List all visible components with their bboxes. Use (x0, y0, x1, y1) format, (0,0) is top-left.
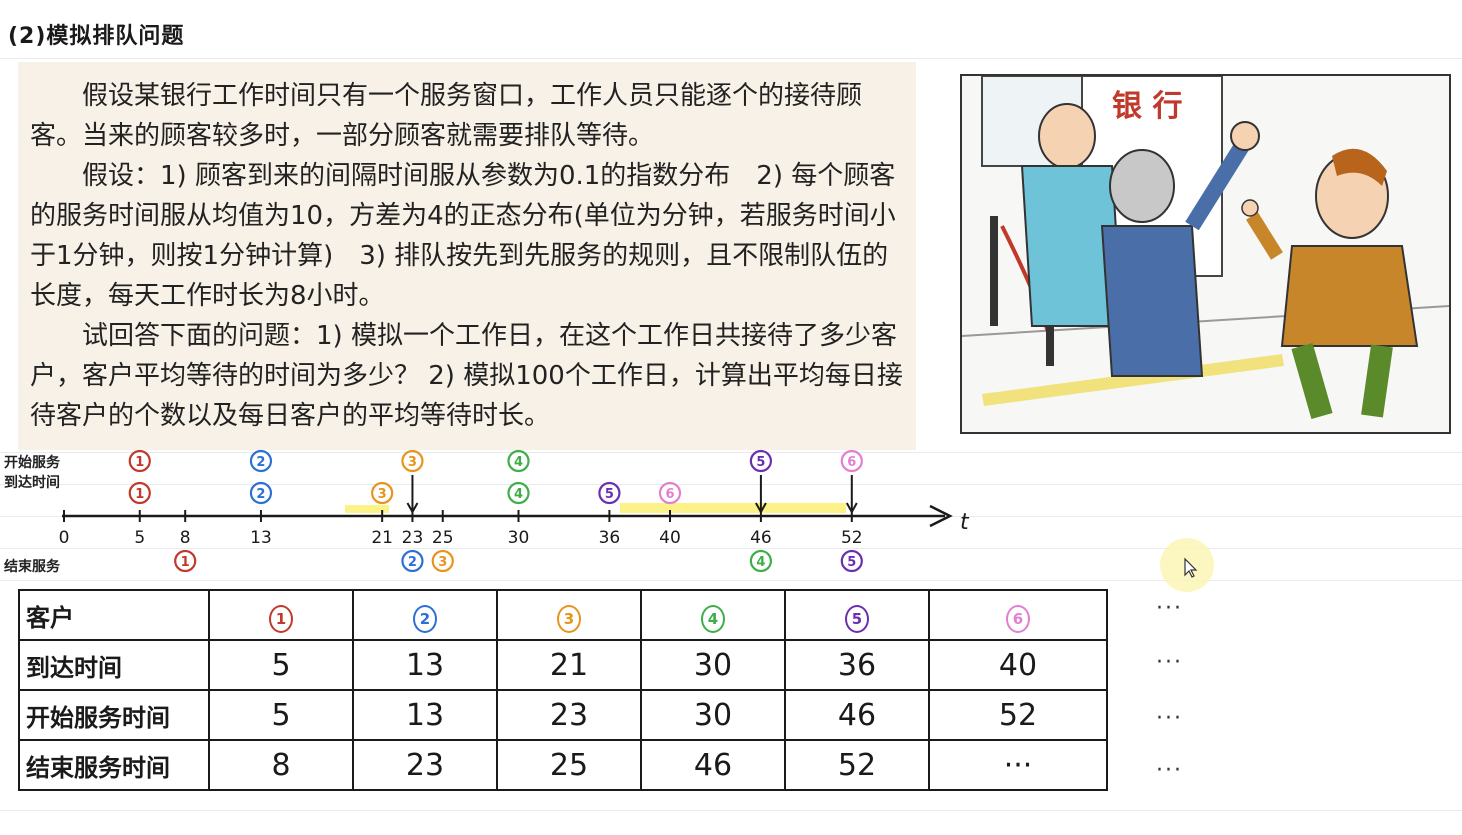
end-cell: 46 (640, 739, 786, 791)
table-row: 客户 1 2 3 4 5 6 (18, 589, 1108, 641)
customer-cell: 2 (352, 589, 498, 641)
tick-label: 21 (371, 528, 393, 548)
problem-paragraph-1: 假设某银行工作时间只有一个服务窗口，工作人员只能逐个的接待顾客。当来的顾客较多时… (30, 81, 863, 151)
arrive-cell: 13 (352, 639, 498, 691)
start-cell: 13 (352, 689, 498, 741)
timeline-label-start: 开始服务 (4, 454, 61, 471)
customer-badge: 4 (701, 605, 725, 633)
customer-badge: 3 (557, 605, 581, 633)
end-marker-label: 1 (181, 555, 190, 570)
bank-queue-illustration: 银 行 (960, 74, 1451, 434)
cursor-icon (1184, 557, 1198, 578)
start-cell: 46 (784, 689, 930, 741)
ruled-line (0, 58, 1462, 59)
ruled-line (0, 810, 1462, 811)
arrive-marker-label: 5 (605, 487, 614, 502)
problem-paragraph-3: 试回答下面的问题：1) 模拟一个工作日，在这个工作日共接待了多少客户，客户平均等… (30, 321, 903, 431)
customer-badge: 1 (269, 605, 293, 633)
table-row: 开始服务时间 5 13 23 30 46 52 (18, 689, 1108, 741)
tick-label: 40 (659, 528, 681, 548)
end-cell: 8 (208, 739, 354, 791)
row-header-start: 开始服务时间 (18, 689, 210, 741)
tick-label: 25 (432, 528, 454, 548)
tick-label: 13 (250, 528, 272, 548)
tick-label: 5 (134, 528, 145, 548)
queue-table: 客户 1 2 3 4 5 6 到达时间 5 13 21 30 36 40 开始服… (18, 589, 1108, 791)
arrive-marker-label: 1 (135, 487, 144, 502)
start-marker-label: 2 (256, 455, 265, 470)
table-row: 到达时间 5 13 21 30 36 40 (18, 639, 1108, 691)
customer-badge: 2 (413, 605, 437, 633)
ellipsis: ··· (1156, 706, 1183, 731)
start-marker-label: 1 (135, 455, 144, 470)
start-cell: 30 (640, 689, 786, 741)
ellipsis: ··· (1156, 596, 1183, 621)
ellipsis: ··· (1156, 650, 1183, 675)
page-title: (2)模拟排队问题 (8, 24, 185, 49)
bank-cartoon-svg: 银 行 (962, 76, 1449, 432)
row-header-arrive: 到达时间 (18, 639, 210, 691)
row-header-customer: 客户 (18, 589, 210, 641)
axis-variable: t (960, 510, 970, 535)
tick-label: 46 (750, 528, 772, 548)
end-marker-label: 3 (438, 555, 447, 570)
problem-statement: 假设某银行工作时间只有一个服务窗口，工作人员只能逐个的接待顾客。当来的顾客较多时… (18, 62, 916, 450)
end-marker-label: 5 (847, 555, 856, 570)
arrive-marker-label: 4 (514, 487, 523, 502)
start-marker-label: 4 (514, 455, 523, 470)
ellipsis: ··· (1156, 758, 1183, 783)
end-cell: 52 (784, 739, 930, 791)
arrive-cell: 36 (784, 639, 930, 691)
customer-cell: 6 (928, 589, 1108, 641)
arrive-cell: 30 (640, 639, 786, 691)
arrive-cell: 40 (928, 639, 1108, 691)
customer-cell: 5 (784, 589, 930, 641)
arrive-marker-label: 2 (256, 487, 265, 502)
problem-paragraph-2: 假设：1) 顾客到来的间隔时间服从参数为0.1的指数分布 2) 每个顾客的服务时… (30, 161, 896, 311)
customer-badge: 6 (1006, 605, 1030, 633)
timeline-label-arrive: 到达时间 (4, 474, 60, 491)
tick-label: 8 (180, 528, 191, 548)
arrive-cell: 21 (496, 639, 642, 691)
customer-cell: 1 (208, 589, 354, 641)
arrive-marker-label: 3 (378, 487, 387, 502)
customer-badge: 5 (845, 605, 869, 633)
start-cell: 52 (928, 689, 1108, 741)
end-marker-label: 2 (408, 555, 417, 570)
arrive-marker-label: 6 (665, 487, 674, 502)
start-cell: 23 (496, 689, 642, 741)
wait-highlight (620, 503, 846, 513)
customer-cell: 3 (496, 589, 642, 641)
arrive-cell: 5 (208, 639, 354, 691)
tick-label: 36 (599, 528, 621, 548)
end-marker-label: 4 (756, 555, 765, 570)
row-header-end: 结束服务时间 (18, 739, 210, 791)
tick-label: 23 (402, 528, 424, 548)
tick-label: 52 (841, 528, 863, 548)
start-marker-label: 5 (756, 455, 765, 470)
table-row: 结束服务时间 8 23 25 46 52 ··· (18, 739, 1108, 791)
tick-label: 30 (508, 528, 530, 548)
customer-cell: 4 (640, 589, 786, 641)
start-cell: 5 (208, 689, 354, 741)
end-cell: 23 (352, 739, 498, 791)
start-marker-label: 6 (847, 455, 856, 470)
queue-timeline: 开始服务 到达时间 结束服务 t 0 5 8 13 21 23 25 30 36 40 46 52 1… (4, 449, 970, 575)
bank-sign: 银 行 (1112, 89, 1182, 124)
tick-label: 0 (59, 528, 70, 548)
end-cell: 25 (496, 739, 642, 791)
timeline-label-end: 结束服务 (4, 558, 61, 575)
end-cell: ··· (928, 739, 1108, 791)
start-marker-label: 3 (408, 455, 417, 470)
